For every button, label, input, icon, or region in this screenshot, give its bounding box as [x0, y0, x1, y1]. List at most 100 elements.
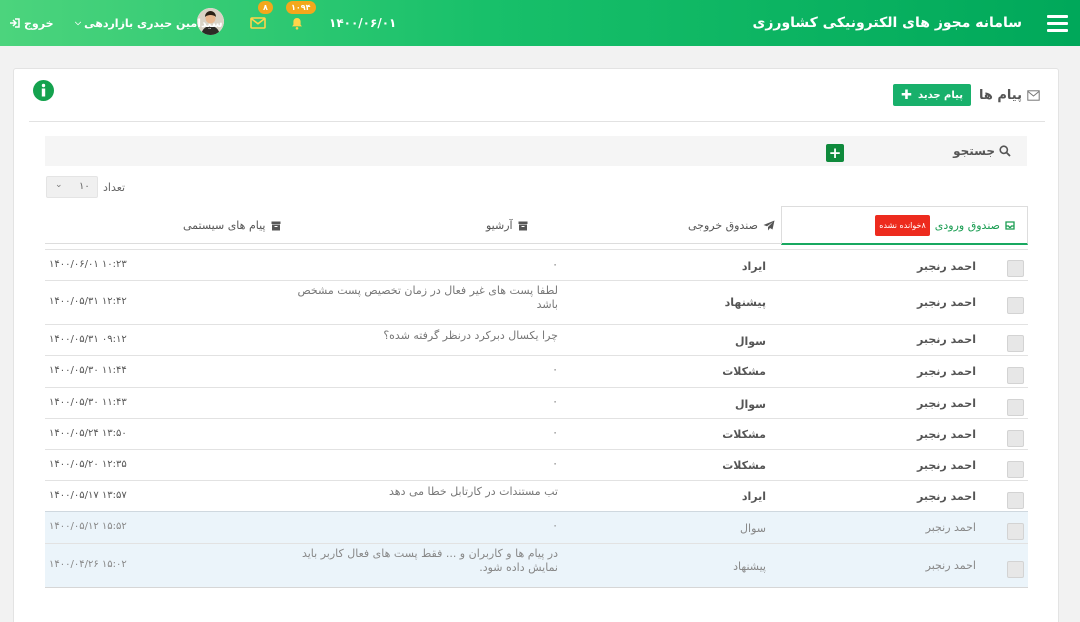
sign-out-icon [10, 18, 20, 28]
row-category: مشکلات [722, 428, 766, 441]
tab-outbox[interactable]: صندوق خروجی [688, 206, 775, 245]
row-sender: احمد رنجبر [925, 521, 976, 534]
row-body: چرا یکسال دبرکرد درنظر گرفته شده؟ [383, 329, 558, 342]
row-sender: احمد رنجبر [917, 428, 976, 441]
row-sender: احمد رنجبر [917, 296, 976, 309]
search-bar: جستجو [45, 136, 1027, 166]
row-checkbox[interactable] [1007, 561, 1024, 578]
user-menu[interactable]: ⌵ سیدامین حیدری بازاردهی [75, 0, 223, 46]
archive-icon [518, 221, 528, 230]
row-datetime: ۱۴۰۰/۰۵/۲۰ ۱۲:۳۵ [49, 459, 127, 470]
row-sender: احمد رنجبر [917, 260, 976, 273]
row-category: مشکلات [722, 365, 766, 378]
table-row[interactable]: احمد رنجبر پیشنهاد در پیام ها و کاربران … [45, 543, 1028, 587]
row-checkbox[interactable] [1007, 492, 1024, 509]
table-row[interactable]: احمد رنجبر ایراد ۰ ۱۴۰۰/۰۶/۰۱ ۱۰:۲۳ [45, 249, 1028, 280]
table-row[interactable]: احمد رنجبر مشکلات ۰ ۱۴۰۰/۰۵/۲۴ ۱۳:۵۰ [45, 418, 1028, 449]
messages-button[interactable]: ۸ [247, 0, 273, 46]
tab-inbox[interactable]: صندوق ورودی ۸خوانده نشده [781, 206, 1028, 245]
row-datetime: ۱۴۰۰/۰۵/۳۰ ۱۱:۴۳ [49, 397, 127, 408]
divider [29, 121, 1045, 122]
search-icon [999, 145, 1011, 157]
row-checkbox[interactable] [1007, 335, 1024, 352]
row-checkbox[interactable] [1007, 523, 1024, 540]
search-label: جستجو [953, 144, 995, 158]
row-sender: احمد رنجبر [917, 397, 976, 410]
tabs-divider [45, 243, 782, 244]
user-name: سیدامین حیدری بازاردهی [84, 16, 223, 30]
envelope-icon [1027, 89, 1040, 101]
table-row[interactable]: احمد رنجبر سوال ۰ ۱۴۰۰/۰۵/۱۲ ۱۵:۵۲ [45, 511, 1028, 543]
search-toggle[interactable]: جستجو [953, 144, 1011, 158]
row-sender: احمد رنجبر [917, 365, 976, 378]
tab-system-label: پیام های سیستمی [183, 219, 266, 232]
row-body: ۰ [552, 426, 558, 439]
row-category: مشکلات [722, 459, 766, 472]
row-body: ۰ [552, 519, 558, 532]
menu-toggle-icon[interactable] [1046, 0, 1068, 46]
plus-icon: ✚ [901, 87, 913, 103]
chevron-down-icon: ⌄ [55, 180, 63, 190]
row-category: پیشنهاد [724, 296, 766, 309]
envelope-icon [250, 17, 266, 29]
row-body: ۰ [552, 258, 558, 271]
logout-label: خروج [24, 16, 54, 30]
table-row[interactable]: احمد رنجبر سوال ۰ ۱۴۰۰/۰۵/۳۰ ۱۱:۴۳ [45, 387, 1028, 418]
table-row[interactable]: احمد رنجبر مشکلات ۰ ۱۴۰۰/۰۵/۳۰ ۱۱:۴۴ [45, 355, 1028, 387]
table-row[interactable]: احمد رنجبر پیشنهاد لطفا پست های غیر فعال… [45, 280, 1028, 324]
row-datetime: ۱۴۰۰/۰۵/۲۴ ۱۳:۵۰ [49, 428, 127, 439]
row-datetime: ۱۴۰۰/۰۵/۳۱ ۱۲:۴۲ [49, 296, 127, 307]
row-datetime: ۱۴۰۰/۰۵/۱۷ ۱۳:۵۷ [49, 490, 127, 501]
row-checkbox[interactable] [1007, 399, 1024, 416]
notifications-button[interactable]: ۱۰۹۴ [286, 0, 316, 46]
row-body: لطفا پست های غیر فعال در زمان تخصیص پست … [297, 284, 558, 311]
row-body: ۰ [552, 363, 558, 376]
page-title: پیام ها [978, 87, 1022, 103]
new-message-button[interactable]: پیام جدید ✚ [893, 84, 971, 106]
row-category: پیشنهاد [733, 560, 766, 573]
row-body: تب مستندات در کارتابل خطا می دهد [389, 485, 558, 498]
row-sender: احمد رنجبر [925, 559, 976, 572]
row-sender: احمد رنجبر [917, 490, 976, 503]
row-checkbox[interactable] [1007, 367, 1024, 384]
table-row[interactable]: احمد رنجبر سوال چرا یکسال دبرکرد درنظر گ… [45, 324, 1028, 355]
row-category: ایراد [741, 490, 766, 503]
row-sender: احمد رنجبر [917, 459, 976, 472]
chevron-down-icon: ⌵ [75, 18, 82, 27]
paper-plane-icon [763, 220, 775, 231]
row-category: سوال [734, 335, 766, 348]
mailbox-tabs: صندوق ورودی ۸خوانده نشده صندوق خروجی آرش… [45, 206, 1028, 245]
messages-header: پیام ها پیام جدید ✚ [893, 84, 1040, 106]
row-category: ایراد [741, 260, 766, 273]
row-datetime: ۱۴۰۰/۰۴/۲۶ ۱۵:۰۲ [49, 559, 127, 570]
app-title: سامانه مجوز های الکترونیکی کشاورزی [752, 15, 1022, 31]
row-checkbox[interactable] [1007, 297, 1024, 314]
tab-archive-label: آرشیو [486, 219, 513, 232]
table-row[interactable]: احمد رنجبر مشکلات ۰ ۱۴۰۰/۰۵/۲۰ ۱۲:۳۵ [45, 449, 1028, 480]
row-datetime: ۱۴۰۰/۰۵/۳۱ ۰۹:۱۲ [49, 334, 127, 345]
page-size-value: ۱۰ [79, 181, 90, 192]
unread-badge: ۸خوانده نشده [875, 214, 930, 236]
row-checkbox[interactable] [1007, 461, 1024, 478]
table-bottom-border [45, 587, 1028, 588]
info-icon[interactable] [33, 80, 54, 101]
table-row[interactable]: احمد رنجبر ایراد تب مستندات در کارتابل خ… [45, 480, 1028, 511]
inbox-icon [1005, 220, 1015, 230]
tab-system-messages[interactable]: پیام های سیستمی [183, 206, 281, 245]
row-checkbox[interactable] [1007, 260, 1024, 277]
row-datetime: ۱۴۰۰/۰۵/۱۲ ۱۵:۵۲ [49, 521, 127, 532]
add-icon[interactable]: + [826, 144, 844, 162]
page-size-select[interactable]: ۱۰ ⌄ [46, 176, 98, 198]
logout-button[interactable]: خروج [9, 0, 54, 46]
row-sender: احمد رنجبر [917, 333, 976, 346]
bell-icon [292, 17, 302, 30]
archive-icon [271, 221, 280, 230]
row-body: ۰ [552, 457, 558, 470]
row-category: سوال [740, 522, 766, 535]
row-datetime: ۱۴۰۰/۰۶/۰۱ ۱۰:۲۳ [49, 259, 127, 270]
tab-outbox-label: صندوق خروجی [688, 219, 758, 232]
row-body: ۰ [552, 395, 558, 408]
top-navbar: سامانه مجوز های الکترونیکی کشاورزی ۱۴۰۰/… [0, 0, 1080, 46]
tab-archive[interactable]: آرشیو [486, 206, 528, 245]
row-checkbox[interactable] [1007, 430, 1024, 447]
